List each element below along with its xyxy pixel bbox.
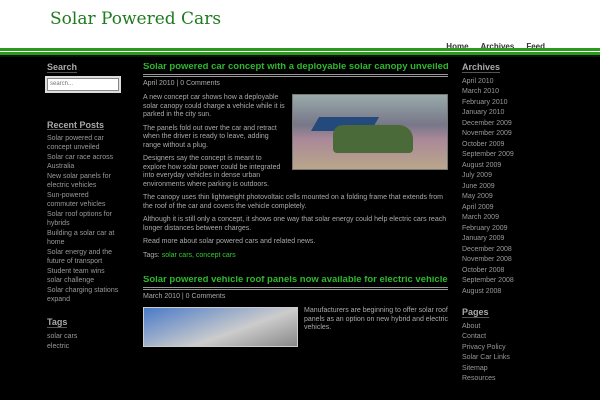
archive-link[interactable]: November 2008 (462, 256, 540, 265)
post: Solar powered vehicle roof panels now av… (143, 276, 448, 347)
archive-link[interactable]: August 2009 (462, 162, 540, 171)
archive-link[interactable]: February 2010 (462, 99, 540, 108)
main-content: Solar powered car concept with a deploya… (143, 63, 448, 347)
archive-link[interactable]: December 2009 (462, 120, 540, 129)
archive-link[interactable]: February 2009 (462, 225, 540, 234)
page-link[interactable]: Contact (462, 333, 540, 342)
recent-posts-list: Solar powered car concept unveiled Solar … (47, 135, 121, 304)
recent-post-link[interactable]: Solar car race across Australia (47, 154, 121, 171)
recent-post-link[interactable]: Student team wins solar challenge (47, 268, 121, 285)
post-paragraph: The canopy uses thin lightweight photovo… (143, 194, 444, 210)
tag-link[interactable]: electric (47, 343, 121, 352)
archives-list: April 2010 March 2010 February 2010 January… (462, 78, 540, 297)
archive-link[interactable]: October 2009 (462, 141, 540, 150)
archives-heading: Archives (462, 62, 501, 73)
post-title[interactable]: Solar powered car concept with a deploya… (143, 63, 448, 77)
archive-link[interactable]: December 2008 (462, 246, 540, 255)
archive-link[interactable]: October 2008 (462, 267, 540, 276)
page-link[interactable]: Resources (462, 375, 540, 384)
archive-link[interactable]: September 2008 (462, 277, 540, 286)
recent-post-link[interactable]: Solar roof options for hybrids (47, 211, 121, 228)
archive-link[interactable]: September 2009 (462, 151, 540, 160)
post-image (143, 307, 298, 347)
recent-post-link[interactable]: New solar panels for electric vehicles (47, 173, 121, 190)
page-link[interactable]: Solar Car Links (462, 354, 540, 363)
car-graphic (333, 125, 413, 153)
post-paragraph: Read more about solar powered cars and r… (143, 238, 316, 245)
post-tags: Tags: solar cars, concept cars (143, 252, 448, 261)
right-sidebar: Archives April 2010 March 2010 February 20… (462, 63, 540, 386)
recent-posts-heading: Recent Posts (47, 119, 105, 130)
post-image (292, 94, 448, 170)
recent-post-link[interactable]: Solar powered car concept unveiled (47, 135, 121, 152)
archive-link[interactable]: January 2009 (462, 235, 540, 244)
header-divider (0, 48, 600, 57)
tags-heading: Tags (47, 317, 68, 328)
archive-link[interactable]: June 2009 (462, 183, 540, 192)
tag-cloud: solar cars electric (47, 333, 121, 352)
tag-links[interactable]: solar cars, concept cars (162, 252, 236, 259)
page-link[interactable]: About (462, 323, 540, 332)
recent-post-link[interactable]: Building a solar car at home (47, 230, 121, 247)
pages-heading: Pages (462, 307, 489, 318)
page-link[interactable]: Privacy Policy (462, 344, 540, 353)
archive-link[interactable]: July 2009 (462, 172, 540, 181)
search-heading: Search (47, 62, 78, 73)
archive-link[interactable]: November 2009 (462, 130, 540, 139)
archive-link[interactable]: April 2010 (462, 78, 540, 87)
post-meta: April 2010 | 0 Comments (143, 79, 220, 87)
archive-link[interactable]: April 2009 (462, 204, 540, 213)
archive-link[interactable]: August 2008 (462, 288, 540, 297)
search-input[interactable] (45, 75, 121, 93)
recent-post-link[interactable]: Solar energy and the future of transport (47, 249, 121, 266)
recent-post-link[interactable]: Solar charging stations expand (47, 287, 121, 304)
post: Solar powered car concept with a deploya… (143, 63, 448, 260)
tags-label: Tags: (143, 251, 160, 259)
recent-post-link[interactable]: Sun-powered commuter vehicles (47, 192, 121, 209)
pages-list: About Contact Privacy Policy Solar Car Link… (462, 323, 540, 384)
archive-link[interactable]: March 2010 (462, 88, 540, 97)
post-paragraph: Although it is still only a concept, it … (143, 216, 447, 232)
left-sidebar: Search Recent Posts Solar powered car co… (45, 62, 121, 354)
tag-link[interactable]: solar cars (47, 333, 121, 342)
archive-link[interactable]: May 2009 (462, 193, 540, 202)
site-title[interactable]: Solar Powered Cars (50, 9, 221, 29)
archive-link[interactable]: March 2009 (462, 214, 540, 223)
archive-link[interactable]: January 2010 (462, 109, 540, 118)
page-link[interactable]: Sitemap (462, 365, 540, 374)
post-title[interactable]: Solar powered vehicle roof panels now av… (143, 276, 448, 290)
post-meta: March 2010 | 0 Comments (143, 292, 226, 300)
header: Solar Powered Cars Home Archives Feed (0, 0, 600, 51)
